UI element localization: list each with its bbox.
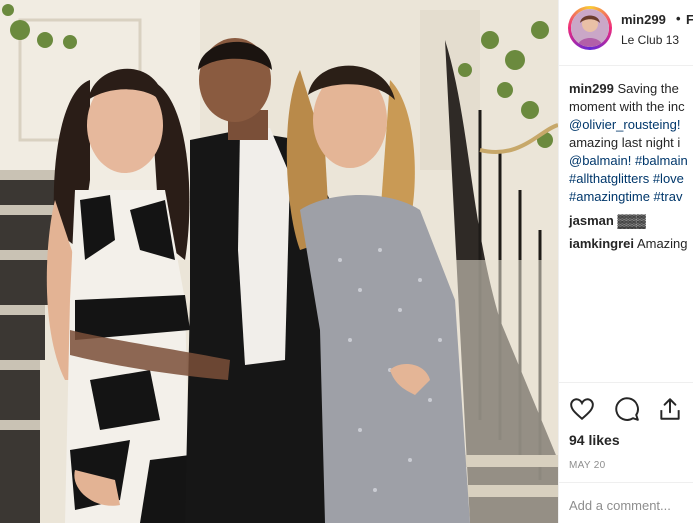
avatar-image xyxy=(571,9,609,47)
hashtag-link[interactable]: @balmain! #balmain xyxy=(569,152,693,170)
post-header: min299 • F Le Club 13 xyxy=(559,0,693,66)
speech-bubble-icon[interactable] xyxy=(614,396,640,422)
comment-item: jasman ▓▓▓ xyxy=(569,213,646,228)
story-ring[interactable] xyxy=(568,6,612,50)
location-link[interactable]: Le Club 13 xyxy=(621,33,679,47)
caption-line-2: moment with the inc xyxy=(569,99,685,114)
comment-text: ▓▓▓ xyxy=(617,213,646,228)
hashtag-link[interactable]: #allthatglitters #love xyxy=(569,170,693,188)
like-count[interactable]: 94 likes xyxy=(569,432,620,448)
comment-item: iamkingrei Amazing xyxy=(569,236,688,251)
separator-dot: • xyxy=(676,11,681,26)
comment-username[interactable]: jasman xyxy=(569,213,614,228)
username[interactable]: min299 xyxy=(621,12,666,27)
comment-divider xyxy=(559,482,693,483)
hashtag-link[interactable]: #amazingtime #trav xyxy=(569,188,693,206)
follow-button[interactable]: F xyxy=(686,12,693,27)
post-sidebar: min299 • F Le Club 13 min299 Saving the … xyxy=(558,0,693,523)
heart-icon[interactable] xyxy=(569,396,595,422)
avatar[interactable] xyxy=(571,9,609,47)
caption-line-4: amazing last night i xyxy=(569,135,681,150)
comment-username[interactable]: iamkingrei xyxy=(569,236,634,251)
mention-link[interactable]: @olivier_rousteing! xyxy=(569,116,693,134)
caption-text: Saving the xyxy=(617,81,679,96)
add-comment-input[interactable]: Add a comment... xyxy=(569,498,671,513)
post-photo-illustration xyxy=(0,0,558,523)
caption-username[interactable]: min299 xyxy=(569,81,614,96)
post-date: MAY 20 xyxy=(569,460,606,471)
share-icon[interactable] xyxy=(657,396,683,422)
actions-divider xyxy=(559,382,693,383)
caption: min299 Saving the moment with the inc @o… xyxy=(569,80,693,206)
post-photo[interactable] xyxy=(0,0,558,523)
caption-line-1: min299 Saving the xyxy=(569,80,693,98)
comment-text: Amazing xyxy=(636,236,688,251)
